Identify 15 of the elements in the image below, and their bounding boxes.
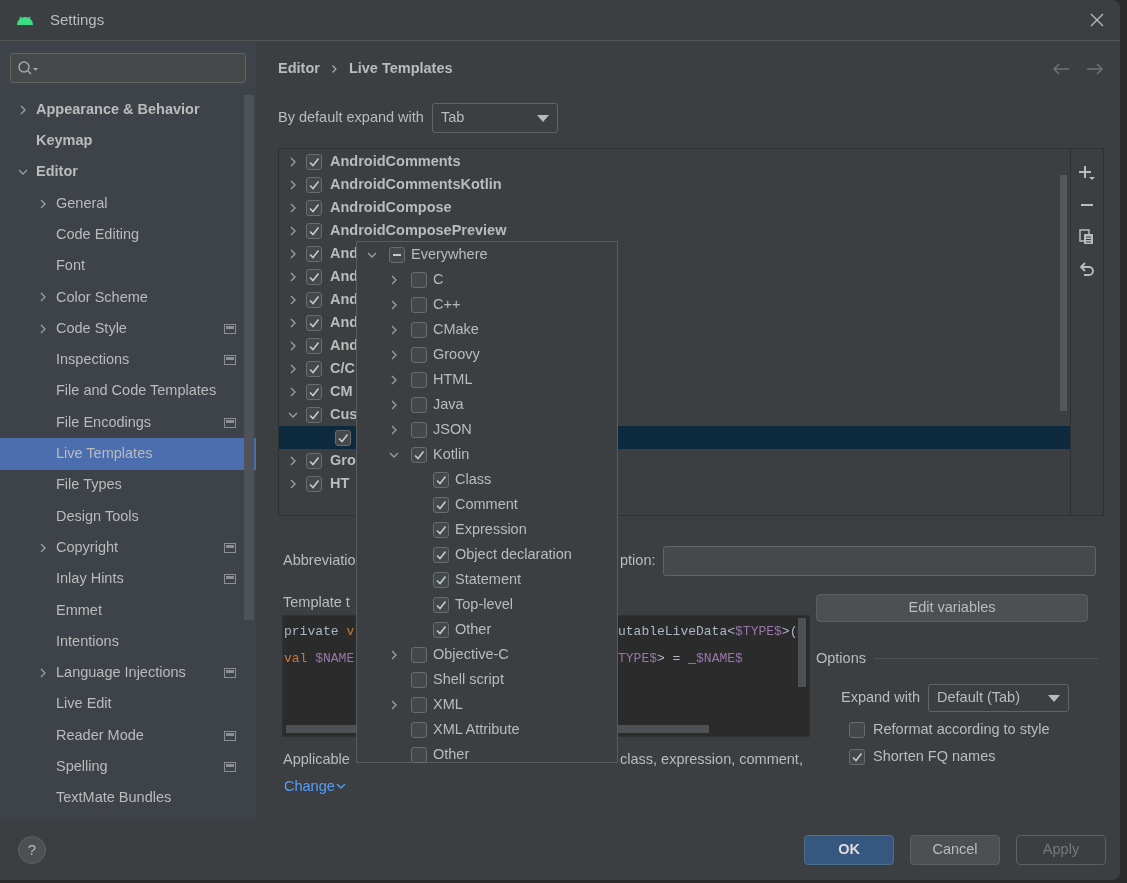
code-line: private v	[284, 624, 355, 639]
applicable-contexts-text: class, expression, comment,	[620, 750, 803, 769]
code-line: TYPE$> = _$NAME$	[618, 650, 743, 668]
checkbox-label: Shorten FQ names	[873, 747, 996, 767]
code-line: utableLiveData<$TYPE$>(	[618, 623, 798, 641]
field-label: ption:	[620, 551, 656, 571]
field-label: Applicable	[283, 751, 350, 767]
section-title: Options	[816, 649, 866, 668]
code-line: val $NAME	[284, 651, 355, 666]
field-label: By default expand with	[278, 108, 424, 128]
field-label: Expand with	[841, 688, 920, 708]
checkbox-label: Reformat according to style	[873, 720, 1050, 740]
window-title: Settings	[50, 9, 105, 30]
field-label: Abbreviatio	[283, 552, 356, 569]
field-label: Template t	[283, 594, 350, 610]
